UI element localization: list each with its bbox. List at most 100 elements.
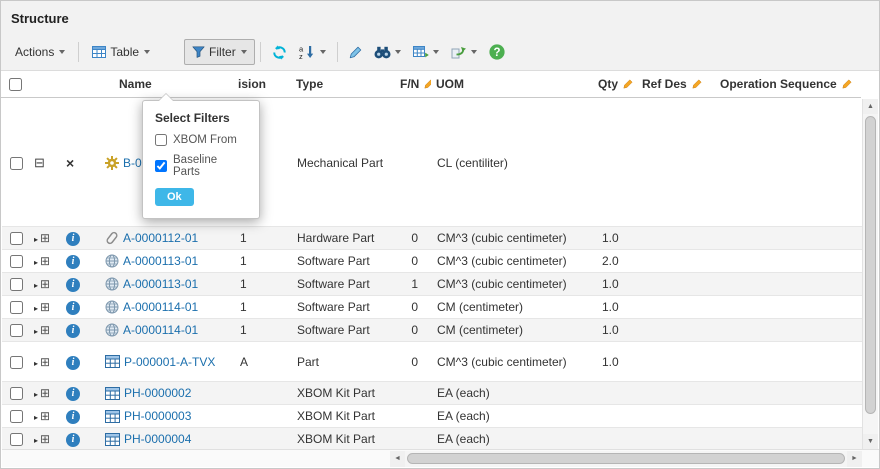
- action-cell: [60, 155, 86, 171]
- baseline-parts-checkbox[interactable]: [155, 160, 167, 172]
- name-cell: A-0000113-01: [86, 254, 234, 268]
- information-icon[interactable]: [66, 232, 80, 246]
- column-fn[interactable]: F/N: [395, 77, 431, 91]
- related-objects-button[interactable]: [445, 41, 483, 64]
- part-link[interactable]: PH-0000003: [124, 409, 191, 423]
- row-checkbox[interactable]: [10, 157, 23, 170]
- information-icon[interactable]: [66, 410, 80, 424]
- edit-pencil-icon[interactable]: [692, 79, 702, 89]
- row-checkbox[interactable]: [10, 324, 23, 337]
- sort-az-icon: [299, 45, 316, 59]
- insert-plus-icon: [40, 277, 50, 291]
- edit-pencil-icon[interactable]: [623, 79, 633, 89]
- type-cell: XBOM Kit Part: [292, 386, 396, 400]
- column-name[interactable]: Name: [85, 77, 233, 91]
- collapse-toggle[interactable]: [28, 156, 60, 170]
- column-uom[interactable]: UOM: [431, 77, 593, 91]
- horizontal-scroll-thumb[interactable]: [407, 453, 845, 464]
- find-button[interactable]: [368, 41, 407, 64]
- expand-toggle[interactable]: [28, 277, 60, 291]
- information-icon[interactable]: [66, 278, 80, 292]
- table-row: A-0000112-01 1 Hardware Part 0 CM^3 (cub…: [2, 227, 862, 250]
- edit-button[interactable]: [343, 41, 368, 64]
- information-icon[interactable]: [66, 301, 80, 315]
- column-revision[interactable]: ision: [233, 77, 291, 91]
- row-checkbox[interactable]: [10, 433, 23, 446]
- vertical-scrollbar[interactable]: [862, 99, 878, 449]
- part-link[interactable]: B-0: [123, 156, 142, 170]
- part-link[interactable]: A-0000112-01: [123, 231, 198, 245]
- filter-option-xbom-from[interactable]: XBOM From: [155, 134, 247, 146]
- part-link[interactable]: A-0000114-01: [123, 300, 198, 314]
- software-part-icon: [105, 277, 119, 291]
- name-cell: PH-0000004: [86, 432, 234, 446]
- actions-menu-button[interactable]: Actions: [7, 39, 73, 65]
- column-label: ision: [238, 77, 266, 91]
- information-icon[interactable]: [66, 324, 80, 338]
- expand-toggle[interactable]: [28, 323, 60, 337]
- vertical-scroll-thumb[interactable]: [865, 116, 876, 414]
- filter-option-baseline-parts[interactable]: Baseline Parts: [155, 154, 247, 178]
- column-label: F/N: [400, 77, 419, 91]
- expand-toggle[interactable]: [28, 231, 60, 245]
- row-checkbox[interactable]: [10, 232, 23, 245]
- part-link[interactable]: PH-0000004: [124, 432, 191, 446]
- ok-button[interactable]: Ok: [155, 188, 194, 206]
- expand-toggle[interactable]: [28, 386, 60, 400]
- expand-toggle[interactable]: [28, 409, 60, 423]
- filter-menu-button[interactable]: Filter: [184, 39, 255, 65]
- info-cell: [60, 322, 86, 338]
- remove-x-icon[interactable]: [66, 157, 74, 171]
- expand-toggle[interactable]: [28, 355, 60, 369]
- table-row: A-0000113-01 1 Software Part 1 CM^3 (cub…: [2, 273, 862, 296]
- information-icon[interactable]: [66, 255, 80, 269]
- information-icon[interactable]: [66, 433, 80, 447]
- insert-plus-icon: [40, 386, 50, 400]
- table-menu-button[interactable]: Table: [84, 39, 158, 65]
- scroll-down-arrow[interactable]: [863, 434, 878, 449]
- scroll-right-arrow[interactable]: [847, 451, 862, 467]
- edit-pencil-icon[interactable]: [842, 79, 852, 89]
- refresh-button[interactable]: [266, 40, 293, 65]
- sort-button[interactable]: [293, 40, 332, 64]
- row-checkbox[interactable]: [10, 278, 23, 291]
- row-checkbox[interactable]: [10, 387, 23, 400]
- part-link[interactable]: A-0000114-01: [123, 323, 198, 337]
- column-refdes[interactable]: Ref Des: [637, 77, 715, 91]
- collapse-minus-icon: [34, 156, 45, 170]
- row-checkbox[interactable]: [10, 301, 23, 314]
- help-button[interactable]: [483, 39, 511, 65]
- revision-cell: 1: [234, 231, 292, 245]
- fn-cell: 0: [396, 231, 432, 245]
- export-button[interactable]: [407, 41, 445, 64]
- scroll-left-arrow[interactable]: [390, 451, 405, 467]
- qty-cell: 2.0: [594, 254, 638, 268]
- part-link[interactable]: P-000001-A-TVX: [124, 355, 215, 369]
- table-row: PH-0000002 XBOM Kit Part EA (each): [2, 382, 862, 405]
- part-link[interactable]: A-0000113-01: [123, 277, 198, 291]
- table-row: A-0000114-01 1 Software Part 0 CM (centi…: [2, 319, 862, 342]
- table-row: P-000001-A-TVX A Part 0 CM^3 (cubic cent…: [2, 342, 862, 382]
- row-checkbox[interactable]: [10, 255, 23, 268]
- horizontal-scrollbar[interactable]: [390, 451, 862, 467]
- xbom-from-checkbox[interactable]: [155, 134, 167, 146]
- expand-toggle[interactable]: [28, 432, 60, 446]
- column-qty[interactable]: Qty: [593, 77, 637, 91]
- part-link[interactable]: PH-0000002: [124, 386, 191, 400]
- info-cell: [60, 385, 86, 401]
- information-icon[interactable]: [66, 356, 80, 370]
- toolbar: Actions Table Filter: [1, 34, 879, 71]
- related-arrow-icon: [451, 46, 467, 59]
- column-type[interactable]: Type: [291, 77, 395, 91]
- column-opseq[interactable]: Operation Sequence: [715, 77, 861, 91]
- scroll-up-arrow[interactable]: [863, 99, 878, 114]
- select-all-checkbox[interactable]: [9, 78, 22, 91]
- expand-toggle[interactable]: [28, 300, 60, 314]
- expand-toggle[interactable]: [28, 254, 60, 268]
- part-link[interactable]: A-0000113-01: [123, 254, 198, 268]
- checkbox-cell: [2, 231, 28, 245]
- row-checkbox[interactable]: [10, 410, 23, 423]
- edit-pencil-icon[interactable]: [424, 79, 431, 89]
- information-icon[interactable]: [66, 387, 80, 401]
- row-checkbox[interactable]: [10, 356, 23, 369]
